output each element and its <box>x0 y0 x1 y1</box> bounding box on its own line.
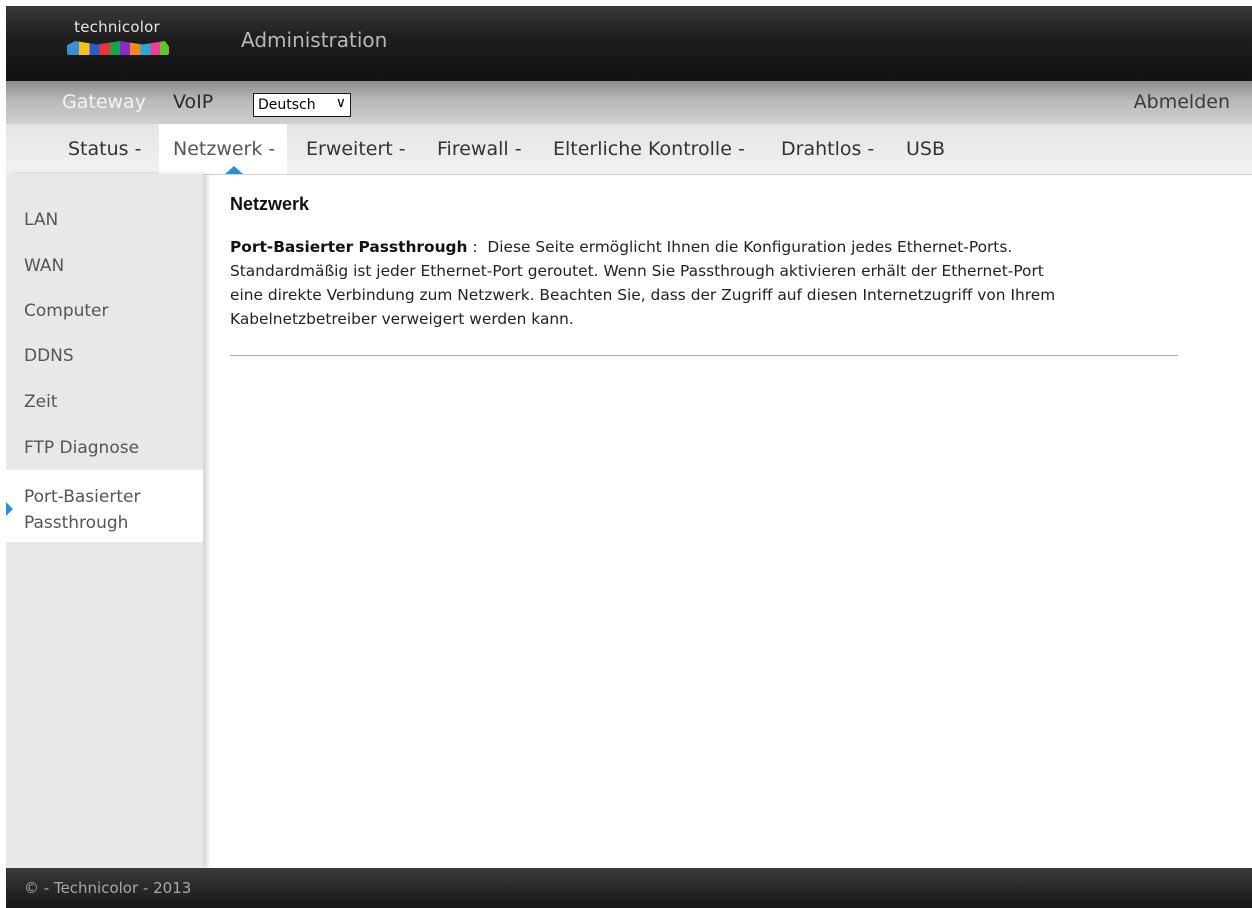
active-tab-pointer-icon <box>225 166 243 174</box>
description-line1: Diese Seite ermöglicht Ihnen die Konfigu… <box>487 238 1013 256</box>
logo-stripes-icon <box>67 41 169 55</box>
footer-copyright: © - Technicolor - 2013 <box>24 879 192 897</box>
sidebar-item-label-line2: Passthrough <box>24 513 129 533</box>
sidebar: LAN WAN Computer DDNS Zeit FTP Diagnose … <box>6 174 203 868</box>
nav-tab-elterliche-kontrolle[interactable]: Elterliche Kontrolle - <box>553 124 745 174</box>
sidebar-item-zeit[interactable]: Zeit <box>24 392 58 412</box>
top-menu-strip: Gateway VoIP Deutsch ∨ Abmelden <box>6 81 1252 124</box>
sidebar-item-port-basierter-passthrough[interactable]: Port-Basierter Passthrough <box>24 484 140 536</box>
sidebar-item-lan[interactable]: LAN <box>24 210 58 230</box>
nav-tab-erweitert[interactable]: Erweitert - <box>306 124 406 174</box>
page-header-title: Administration <box>241 28 388 52</box>
logout-link[interactable]: Abmelden <box>1134 91 1230 113</box>
content-divider <box>230 355 1178 356</box>
content-description: Port-Basierter Passthrough : Diese Seite… <box>230 235 1170 331</box>
gateway-link[interactable]: Gateway <box>62 91 146 113</box>
nav-tab-status[interactable]: Status - <box>68 124 141 174</box>
nav-tab-netzwerk[interactable]: Netzwerk - <box>159 124 288 174</box>
sidebar-active-pointer-icon <box>6 502 13 516</box>
language-select[interactable]: Deutsch ∨ <box>253 93 351 117</box>
logo-text: technicolor <box>74 18 160 36</box>
chevron-down-icon: ∨ <box>335 95 346 111</box>
voip-link[interactable]: VoIP <box>173 91 213 113</box>
technicolor-logo[interactable]: technicolor <box>63 18 171 62</box>
page-frame: technicolor Administration Gateway VoIP … <box>6 6 1252 908</box>
sidebar-item-ddns[interactable]: DDNS <box>24 346 74 366</box>
sidebar-item-wan[interactable]: WAN <box>24 256 64 276</box>
sidebar-item-computer[interactable]: Computer <box>24 301 109 321</box>
description-separator: : <box>467 238 483 256</box>
footer: © - Technicolor - 2013 <box>6 868 1252 908</box>
sidebar-item-ftp-diagnose[interactable]: FTP Diagnose <box>24 438 139 458</box>
nav-tab-firewall[interactable]: Firewall - <box>437 124 522 174</box>
header: technicolor Administration <box>6 6 1252 81</box>
description-lead: Port-Basierter Passthrough <box>230 238 468 256</box>
description-line4: Kabelnetzbetreiber verweigert werden kan… <box>230 310 574 328</box>
content-title: Netzwerk <box>230 194 310 214</box>
description-line3: eine direkte Verbindung zum Netzwerk. Be… <box>230 286 1056 304</box>
main-nav: Status - Netzwerk - Erweitert - Firewall… <box>6 124 1252 175</box>
language-select-value: Deutsch <box>258 97 316 113</box>
nav-tab-drahtlos[interactable]: Drahtlos - <box>781 124 874 174</box>
description-line2: Standardmäßig ist jeder Ethernet-Port ge… <box>230 262 1044 280</box>
sidebar-item-label-line1: Port-Basierter <box>24 487 141 507</box>
nav-tab-usb[interactable]: USB <box>906 124 945 174</box>
